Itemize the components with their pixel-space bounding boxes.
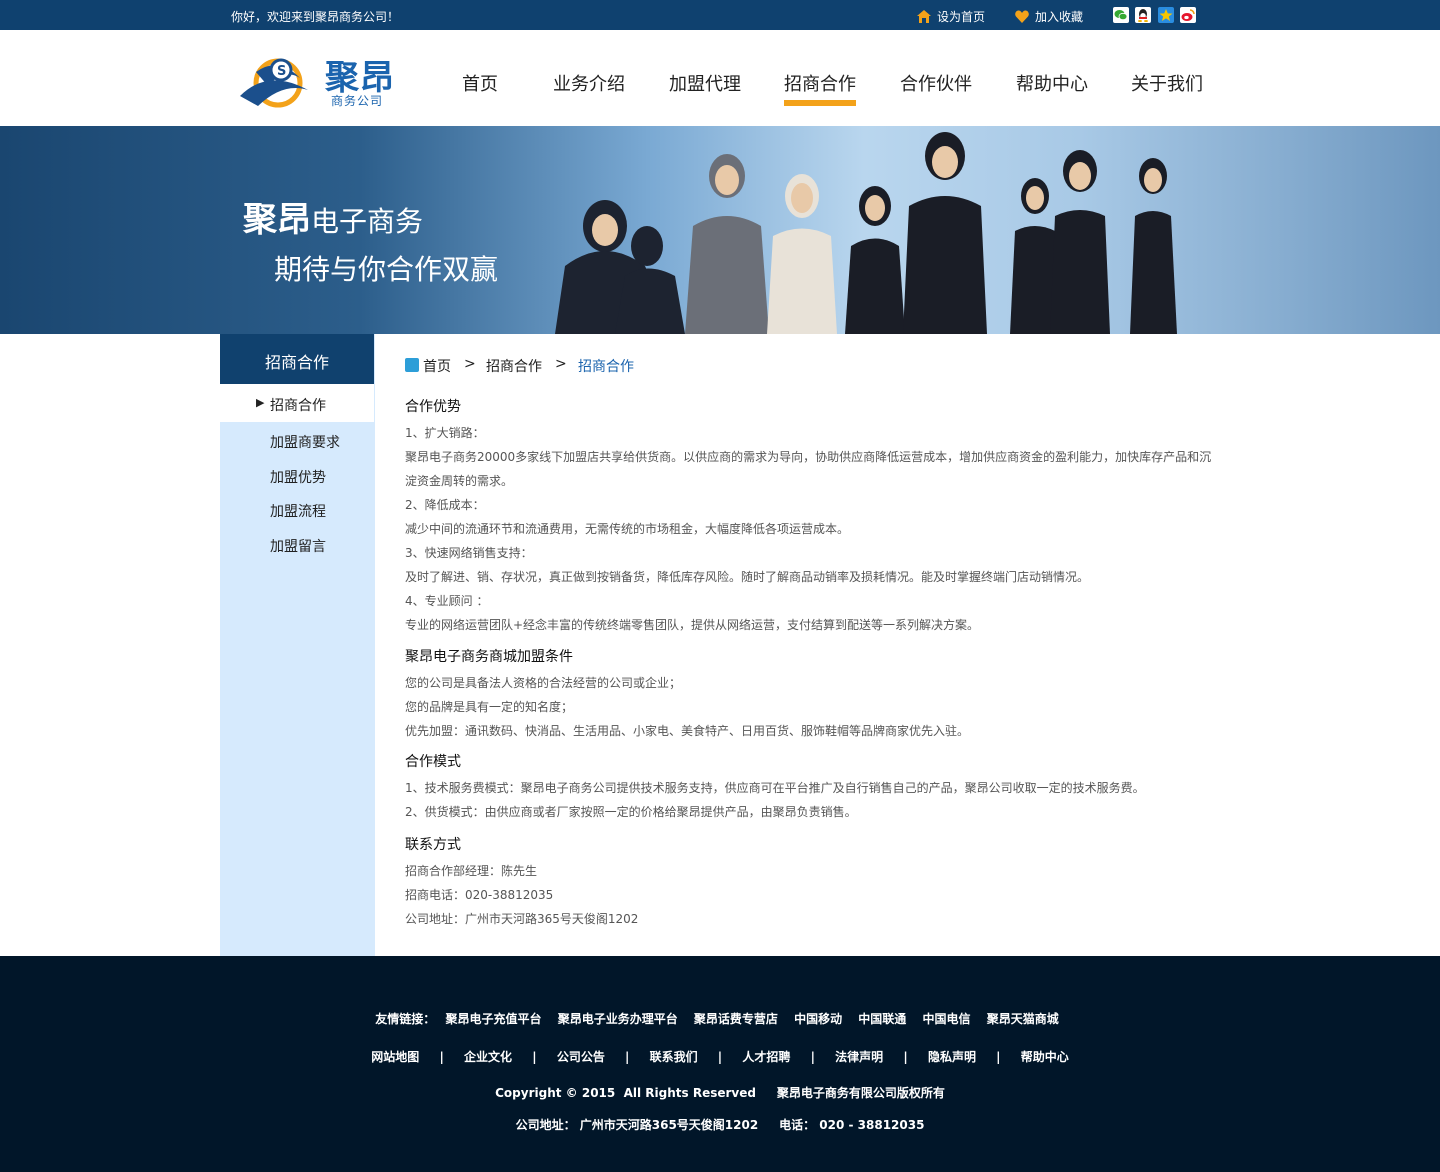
footer-address: 公司地址： 广州市天河路365号天俊阁1202 电话： 020 - 388120… — [515, 1118, 925, 1132]
sidebar-item-active[interactable]: ▶ 招商合作 — [220, 384, 374, 422]
nav-help[interactable]: 帮助中心 — [1016, 70, 1088, 96]
content-line: 您的品牌是具有一定的知名度； — [405, 700, 574, 714]
breadcrumb-current: 招商合作 — [578, 359, 634, 375]
footer-separator: | — [810, 1050, 815, 1064]
footer-link-help[interactable]: 帮助中心 — [1021, 1048, 1069, 1065]
footer-link-legal[interactable]: 法律声明 — [835, 1048, 883, 1065]
breadcrumb-separator: > — [464, 356, 476, 372]
sidebar-item-advantages[interactable]: 加盟优势 — [270, 467, 326, 487]
sidebar-title: 招商合作 — [220, 334, 374, 384]
business-team-photo — [555, 132, 1177, 334]
qzone-icon[interactable] — [1158, 7, 1174, 23]
nav-about[interactable]: 关于我们 — [1131, 70, 1203, 96]
sidebar: 招商合作 ▶ 招商合作 加盟商要求 加盟优势 加盟流程 加盟留言 — [220, 334, 375, 956]
sidebar-item-message[interactable]: 加盟留言 — [270, 536, 326, 556]
svg-text:S: S — [277, 64, 286, 79]
footer-separator: | — [625, 1050, 630, 1064]
breadcrumb-level1[interactable]: 招商合作 — [486, 356, 542, 376]
section-title-models: 合作模式 — [405, 754, 461, 770]
footer-separator: | — [903, 1050, 908, 1064]
contact-manager: 招商合作部经理：陈先生 — [405, 864, 538, 878]
content-line: 1、技术服务费模式：聚昂电子商务公司提供技术服务支持，供应商可在平台推广及自行销… — [405, 781, 1145, 795]
footer-link-announcements[interactable]: 公司公告 — [557, 1048, 605, 1065]
friend-link[interactable]: 中国联通 — [858, 1010, 906, 1027]
site-links-row: 网站地图 | 企业文化 | 公司公告 | 联系我们 | 人才招聘 | 法律声明 … — [0, 1048, 1440, 1065]
footer-link-culture[interactable]: 企业文化 — [464, 1048, 512, 1065]
banner-slogan-1: 聚昂电子商务 — [243, 192, 423, 241]
content-line: 3、快速网络销售支持： — [405, 546, 533, 560]
nav-franchise[interactable]: 加盟代理 — [669, 70, 741, 96]
nav-business[interactable]: 业务介绍 — [553, 70, 625, 96]
content-line: 专业的网络运营团队+经念丰富的传统终端零售团队，提供从网络运营，支付结算到配送等… — [405, 618, 980, 632]
footer-link-careers[interactable]: 人才招聘 — [742, 1048, 790, 1065]
set-home-link[interactable]: 设为首页 — [917, 8, 985, 25]
section-title-conditions: 聚昂电子商务商城加盟条件 — [405, 649, 573, 665]
bookmark-link[interactable]: 加入收藏 — [1015, 8, 1083, 25]
breadcrumb-home-icon — [405, 358, 419, 372]
set-home-label: 设为首页 — [937, 10, 986, 24]
header: S 聚昂 商务公司 首页 业务介绍 加盟代理 招商合作 合作伙伴 帮助中心 关于… — [0, 30, 1440, 126]
banner-slogan-2: 期待与你合作双赢 — [274, 253, 499, 286]
content-line: 2、降低成本： — [405, 498, 485, 512]
welcome-text: 你好，欢迎来到聚昂商务公司！ — [231, 10, 400, 24]
nav-partners[interactable]: 合作伙伴 — [900, 70, 972, 96]
copyright: Copyright © 2015 All Rights Reserved 聚昂电… — [495, 1086, 945, 1100]
banner-brand: 聚昂 — [243, 200, 311, 240]
heart-icon — [1015, 10, 1029, 23]
banner-line1-rest: 电子商务 — [311, 205, 424, 238]
friend-link[interactable]: 中国电信 — [923, 1010, 971, 1027]
section-title-contact: 联系方式 — [405, 837, 461, 853]
friend-links-label: 友情链接： — [375, 1012, 436, 1026]
footer: 友情链接： 聚昂电子充值平台 聚昂电子业务办理平台 聚昂话费专营店 中国移动 中… — [0, 956, 1440, 1172]
content-line: 1、扩大销路： — [405, 426, 485, 440]
sidebar-item-label: 招商合作 — [270, 398, 326, 414]
sidebar-item-process[interactable]: 加盟流程 — [270, 501, 326, 521]
footer-separator: | — [532, 1050, 537, 1064]
section-title-advantages: 合作优势 — [405, 399, 461, 415]
sidebar-item-requirements[interactable]: 加盟商要求 — [270, 432, 340, 452]
footer-link-privacy[interactable]: 隐私声明 — [928, 1048, 976, 1065]
logo-subtitle: 商务公司 — [331, 94, 384, 108]
content-line: 减少中间的流通环节和流通费用，无需传统的市场租金，大幅度降低各项运营成本。 — [405, 522, 850, 536]
content-line: 优先加盟：通讯数码、快消品、生活用品、小家电、美食特产、日用百货、服饰鞋帽等品牌… — [405, 724, 970, 738]
content-line: 及时了解进、销、存状况，真正做到按销备货，降低库存风险。随时了解商品动销率及损耗… — [405, 570, 1090, 584]
friend-link[interactable]: 中国移动 — [794, 1010, 842, 1027]
wechat-icon[interactable] — [1113, 7, 1129, 23]
weibo-icon[interactable] — [1180, 7, 1196, 23]
friend-link[interactable]: 聚昂电子充值平台 — [445, 1010, 541, 1027]
footer-separator: | — [996, 1050, 1001, 1064]
breadcrumb-separator: > — [555, 356, 567, 372]
friend-link[interactable]: 聚昂天猫商城 — [987, 1010, 1059, 1027]
content-line: 您的公司是具备法人资格的合法经营的公司或企业； — [405, 676, 682, 690]
top-bar: 你好，欢迎来到聚昂商务公司！ 设为首页 加入收藏 — [0, 0, 1440, 30]
footer-link-contact[interactable]: 联系我们 — [650, 1048, 698, 1065]
home-icon — [917, 10, 931, 23]
qq-icon[interactable] — [1135, 7, 1151, 23]
friend-links-row: 友情链接： 聚昂电子充值平台 聚昂电子业务办理平台 聚昂话费专营店 中国移动 中… — [0, 1010, 1440, 1027]
friend-link[interactable]: 聚昂电子业务办理平台 — [558, 1010, 678, 1027]
footer-link-sitemap[interactable]: 网站地图 — [371, 1048, 419, 1065]
footer-separator: | — [717, 1050, 723, 1064]
content-line: 聚昂电子商务20000多家线下加盟店共享给供货商。以供应商的需求为导向，协助供应… — [405, 450, 1212, 464]
contact-address: 公司地址：广州市天河路365号天俊阁1202 — [405, 912, 639, 926]
friend-link[interactable]: 聚昂话费专营店 — [694, 1010, 778, 1027]
content-line: 4、专业顾问 ： — [405, 594, 489, 608]
hero-banner: 聚昂电子商务 期待与你合作双赢 — [0, 126, 1440, 334]
content-line: 淀资金周转的需求。 — [405, 474, 514, 488]
bookmark-label: 加入收藏 — [1035, 10, 1084, 24]
breadcrumb-home[interactable]: 首页 — [423, 356, 451, 376]
nav-investment[interactable]: 招商合作 — [784, 70, 856, 106]
nav-home[interactable]: 首页 — [462, 70, 498, 96]
content-line: 2、供货模式：由供应商或者厂家按照一定的价格给聚昂提供产品，由聚昂负责销售。 — [405, 805, 857, 819]
triangle-right-icon: ▶ — [256, 396, 265, 409]
footer-separator: | — [439, 1050, 444, 1064]
contact-phone: 招商电话：020-38812035 — [405, 888, 554, 902]
